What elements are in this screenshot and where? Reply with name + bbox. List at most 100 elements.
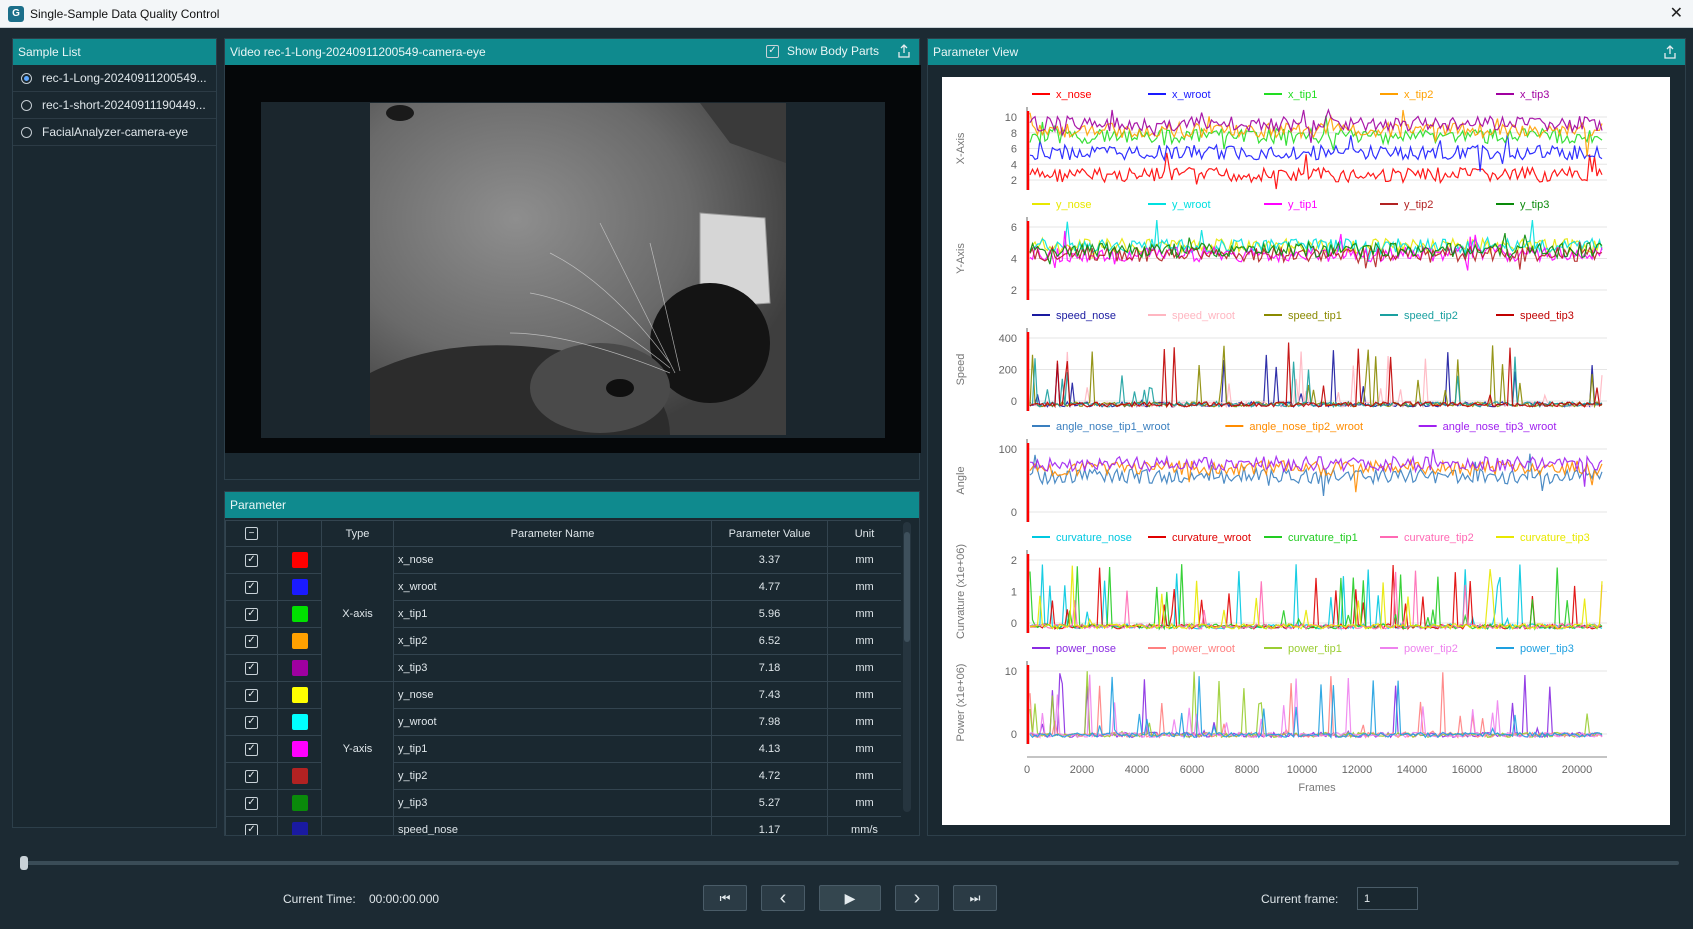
close-icon[interactable]: ✕ (1670, 3, 1683, 23)
row-checkbox[interactable]: ✓ (245, 742, 258, 756)
parameter-value: 7.43 (711, 681, 828, 709)
first-frame-button[interactable]: ⏮ (703, 885, 747, 911)
y-tick-label: 0 (1011, 618, 1017, 630)
parameter-unit: mm (827, 789, 901, 817)
type-column-header[interactable]: Type (321, 520, 394, 547)
value-column-header[interactable]: Parameter Value (711, 520, 828, 547)
color-swatch[interactable] (291, 552, 308, 568)
y-tick-label: 200 (999, 365, 1017, 377)
video-panel: Video rec-1-Long-20240911200549-camera-e… (224, 38, 921, 480)
parameter-value: 7.18 (711, 654, 828, 682)
y-tick-label: 2 (1011, 175, 1017, 187)
y-tick-label: 10 (1005, 112, 1017, 124)
row-checkbox[interactable]: ✓ (245, 634, 258, 648)
timeline-slider[interactable] (24, 861, 1679, 865)
parameter-name: x_tip2 (393, 627, 712, 655)
table-row[interactable]: ✓ speed_nose 1.17 mm/s (225, 816, 901, 835)
radio-icon[interactable] (21, 99, 32, 111)
window-title: Single-Sample Data Quality Control (30, 6, 220, 21)
row-checkbox[interactable]: ✓ (245, 553, 258, 567)
table-row[interactable]: ✓ X-axis x_nose 3.37 mm (225, 546, 901, 682)
video-area[interactable] (225, 65, 921, 453)
legend-label: curvature_wroot (1172, 532, 1251, 544)
sample-list-title: Sample List (18, 45, 81, 59)
next-frame-button[interactable]: › (895, 885, 939, 911)
name-column-header[interactable]: Parameter Name (393, 520, 712, 547)
row-checkbox[interactable]: ✓ (245, 580, 258, 594)
legend-label: y_nose (1056, 199, 1091, 211)
select-all-checkbox[interactable]: − (245, 527, 258, 541)
table-row[interactable]: ✓ Y-axis y_nose 7.43 mm (225, 681, 901, 817)
sample-item-2[interactable]: FacialAnalyzer-camera-eye (13, 119, 216, 146)
sample-item-label: FacialAnalyzer-camera-eye (42, 125, 189, 139)
row-checkbox[interactable]: ✓ (245, 688, 258, 702)
row-checkbox[interactable]: ✓ (245, 715, 258, 729)
legend-label: curvature_tip2 (1404, 532, 1474, 544)
scrollbar-thumb[interactable] (904, 532, 910, 642)
x-tick-label: 14000 (1397, 764, 1428, 776)
sample-item-0[interactable]: rec-1-Long-20240911200549... (13, 65, 216, 92)
color-column-header (277, 520, 322, 547)
chevron-right-icon: › (913, 886, 921, 909)
x-tick-label: 0 (1024, 764, 1030, 776)
chart-area[interactable]: x_nose x_wroot x_tip1 x_tip2 x_tip3 10 8 6 4 2 X-A… (942, 77, 1670, 825)
parameter-value: 3.37 (711, 546, 828, 574)
sample-list-panel: Sample List rec-1-Long-20240911200549...… (12, 38, 217, 828)
row-checkbox[interactable]: ✓ (245, 607, 258, 621)
play-button[interactable]: ▶ (819, 885, 881, 911)
color-swatch[interactable] (291, 579, 308, 595)
y-axis-label: Y-Axis (955, 243, 967, 274)
title-bar: G Single-Sample Data Quality Control ✕ (0, 0, 1693, 28)
y-tick-label: 400 (999, 333, 1017, 345)
prev-frame-button[interactable]: ‹ (761, 885, 805, 911)
color-swatch[interactable] (291, 606, 308, 622)
current-time-value: 00:00:00.000 (369, 892, 440, 906)
video-image (370, 103, 786, 435)
color-swatch[interactable] (291, 741, 308, 757)
legend-label: curvature_tip3 (1520, 532, 1590, 544)
parameter-value: 4.72 (711, 762, 828, 790)
color-swatch[interactable] (291, 633, 308, 649)
x-tick-label: 20000 (1562, 764, 1593, 776)
row-checkbox[interactable]: ✓ (245, 661, 258, 675)
parameter-unit: mm (827, 654, 901, 682)
row-checkbox[interactable]: ✓ (245, 769, 258, 783)
video-header: Video rec-1-Long-20240911200549-camera-e… (225, 39, 919, 65)
legend-label: y_tip3 (1520, 199, 1549, 211)
series-line (1029, 564, 1603, 631)
current-frame-input[interactable] (1357, 887, 1418, 910)
unit-column-header[interactable]: Unit (827, 520, 901, 547)
color-swatch[interactable] (291, 714, 308, 730)
color-swatch[interactable] (291, 768, 308, 784)
color-swatch[interactable] (291, 822, 308, 835)
last-frame-button[interactable]: ⏭ (953, 885, 997, 911)
color-swatch[interactable] (291, 795, 308, 811)
legend-label: power_tip1 (1288, 643, 1342, 655)
export-icon[interactable] (1663, 45, 1677, 59)
sample-item-1[interactable]: rec-1-short-20240911190449... (13, 92, 216, 119)
mouse-face-image (370, 103, 786, 435)
app-logo-icon: G (8, 5, 24, 22)
export-icon[interactable] (897, 44, 911, 58)
parameter-scrollbar[interactable] (903, 522, 911, 812)
row-checkbox[interactable]: ✓ (245, 823, 258, 835)
parameter-name: y_tip1 (393, 735, 712, 763)
sample-item-label: rec-1-Long-20240911200549... (42, 71, 207, 85)
legend-label: y_wroot (1172, 199, 1211, 211)
parameter-name: y_tip2 (393, 762, 712, 790)
show-body-parts-checkbox[interactable]: ✓ (765, 44, 779, 58)
color-swatch[interactable] (291, 660, 308, 676)
parameter-name: x_tip3 (393, 654, 712, 682)
timeline-handle[interactable] (20, 856, 28, 870)
parameter-name: y_nose (393, 681, 712, 709)
video-title: Video rec-1-Long-20240911200549-camera-e… (230, 45, 486, 59)
legend-label: x_tip3 (1520, 89, 1549, 101)
row-checkbox[interactable]: ✓ (245, 796, 258, 810)
y-tick-label: 8 (1011, 128, 1017, 140)
radio-icon[interactable] (21, 126, 32, 138)
x-tick-label: 2000 (1070, 764, 1094, 776)
y-tick-label: 100 (999, 444, 1017, 456)
legend-label: angle_nose_tip3_wroot (1443, 421, 1557, 433)
color-swatch[interactable] (291, 687, 308, 703)
radio-selected-icon[interactable] (21, 72, 32, 84)
